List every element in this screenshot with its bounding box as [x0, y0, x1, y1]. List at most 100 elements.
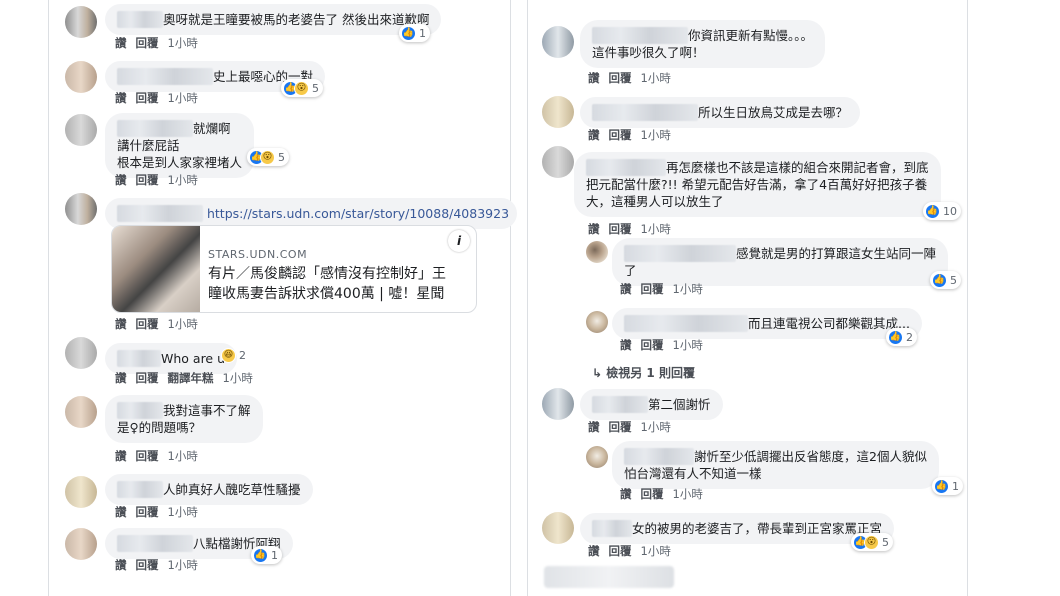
- reaction-badge[interactable]: 👍 5: [930, 271, 961, 289]
- reply-link[interactable]: 回覆: [136, 371, 159, 385]
- avatar[interactable]: [65, 114, 97, 146]
- timestamp[interactable]: 1小時: [168, 558, 198, 572]
- translate-link[interactable]: 翻譯年糕: [168, 371, 214, 385]
- timestamp[interactable]: 1小時: [168, 317, 198, 331]
- link-url[interactable]: https://stars.udn.com/star/story/10088/4…: [207, 206, 509, 221]
- comment-bubble: 謝忻至少低調擺出反省態度，這2個人貌似 怕台灣還有人不知道一樣: [612, 441, 939, 489]
- blurred-name[interactable]: [624, 245, 736, 262]
- reaction-badge[interactable]: 👍 😮 5: [281, 79, 323, 97]
- timestamp[interactable]: 1小時: [168, 449, 198, 463]
- like-link[interactable]: 讚: [588, 71, 600, 85]
- blurred-name[interactable]: [117, 481, 163, 498]
- reply-link[interactable]: 回覆: [641, 282, 664, 296]
- reaction-badge[interactable]: 😆 2: [219, 346, 250, 364]
- reaction-badge[interactable]: 👍 1: [932, 477, 963, 495]
- blurred-name[interactable]: [117, 11, 163, 28]
- timestamp[interactable]: 1小時: [641, 544, 671, 558]
- blurred-name[interactable]: [117, 120, 193, 137]
- avatar[interactable]: [65, 6, 97, 38]
- avatar[interactable]: [542, 388, 574, 420]
- blurred-name[interactable]: [624, 448, 694, 465]
- reply-link[interactable]: 回覆: [136, 449, 159, 463]
- avatar[interactable]: [542, 512, 574, 544]
- avatar[interactable]: [586, 446, 608, 468]
- reply-link[interactable]: 回覆: [609, 222, 632, 236]
- reply-link[interactable]: 回覆: [609, 544, 632, 558]
- reaction-badge[interactable]: 👍 1: [399, 24, 430, 42]
- reply-link[interactable]: 回覆: [609, 128, 632, 142]
- avatar[interactable]: [542, 26, 574, 58]
- timestamp[interactable]: 1小時: [641, 222, 671, 236]
- like-link[interactable]: 讚: [115, 173, 127, 187]
- like-link[interactable]: 讚: [588, 544, 600, 558]
- reaction-badge[interactable]: 👍 2: [886, 328, 917, 346]
- timestamp[interactable]: 1小時: [168, 36, 198, 50]
- comment-actions: 讚回覆 1小時: [620, 337, 712, 353]
- like-link[interactable]: 讚: [588, 128, 600, 142]
- reply-link[interactable]: 回覆: [641, 487, 664, 501]
- timestamp[interactable]: 1小時: [673, 338, 703, 352]
- like-link[interactable]: 讚: [115, 371, 127, 385]
- avatar[interactable]: [586, 311, 608, 333]
- timestamp[interactable]: 1小時: [223, 371, 253, 385]
- reaction-badge[interactable]: 👍 😮 5: [851, 533, 893, 551]
- avatar[interactable]: [65, 396, 97, 428]
- like-link[interactable]: 讚: [115, 317, 127, 331]
- avatar[interactable]: [586, 241, 608, 263]
- reply-link[interactable]: 回覆: [136, 558, 159, 572]
- timestamp[interactable]: 1小時: [168, 505, 198, 519]
- blurred-name[interactable]: [117, 535, 193, 552]
- blurred-name[interactable]: [592, 396, 648, 413]
- timestamp[interactable]: 1小時: [641, 128, 671, 142]
- reaction-badge[interactable]: 👍 1: [251, 546, 282, 564]
- reply-link[interactable]: 回覆: [136, 173, 159, 187]
- avatar[interactable]: [65, 61, 97, 93]
- blurred-name[interactable]: [624, 315, 748, 332]
- blurred-name[interactable]: [117, 205, 203, 222]
- avatar[interactable]: [65, 476, 97, 508]
- reaction-badge[interactable]: 👍 10: [923, 202, 961, 220]
- info-icon[interactable]: i: [448, 230, 470, 252]
- like-link[interactable]: 讚: [115, 558, 127, 572]
- like-link[interactable]: 讚: [620, 487, 632, 501]
- comment-actions: 讚回覆 1小時: [115, 448, 207, 464]
- blurred-name[interactable]: [117, 402, 163, 419]
- reply-link[interactable]: 回覆: [136, 91, 159, 105]
- blurred-name[interactable]: [592, 520, 632, 537]
- like-link[interactable]: 讚: [620, 282, 632, 296]
- reply-link[interactable]: 回覆: [136, 505, 159, 519]
- link-preview-card[interactable]: STARS.UDN.COM 有片／馬俊麟認「感情沒有控制好」王 瞳收馬妻告訴狀求…: [111, 225, 477, 313]
- blurred-name[interactable]: [117, 68, 213, 85]
- timestamp[interactable]: 1小時: [641, 71, 671, 85]
- like-link[interactable]: 讚: [620, 338, 632, 352]
- timestamp[interactable]: 1小時: [673, 487, 703, 501]
- like-link[interactable]: 讚: [115, 505, 127, 519]
- avatar[interactable]: [65, 528, 97, 560]
- like-link[interactable]: 讚: [115, 91, 127, 105]
- timestamp[interactable]: 1小時: [168, 91, 198, 105]
- reply-link[interactable]: 回覆: [609, 71, 632, 85]
- timestamp[interactable]: 1小時: [168, 173, 198, 187]
- avatar[interactable]: [65, 337, 97, 369]
- reaction-badge[interactable]: 👍 😮 5: [247, 148, 289, 166]
- avatar[interactable]: [542, 146, 574, 178]
- timestamp[interactable]: 1小時: [673, 282, 703, 296]
- like-link[interactable]: 讚: [588, 222, 600, 236]
- reply-link[interactable]: 回覆: [136, 317, 159, 331]
- reply-link[interactable]: 回覆: [136, 36, 159, 50]
- left-comment-panel: 奧呀就是王瞳要被馬的老婆告了 然後出來道歉啊 👍 1 讚回覆 1小時 史上最噁心的一…: [48, 0, 518, 596]
- reply-link[interactable]: 回覆: [641, 338, 664, 352]
- blurred-name[interactable]: [592, 27, 688, 44]
- avatar[interactable]: [65, 193, 97, 225]
- reply-link[interactable]: 回覆: [609, 420, 632, 434]
- avatar[interactable]: [542, 96, 574, 128]
- blurred-name[interactable]: [117, 350, 161, 367]
- timestamp[interactable]: 1小時: [641, 420, 671, 434]
- blurred-name[interactable]: [592, 104, 698, 121]
- like-link[interactable]: 讚: [115, 36, 127, 50]
- link-domain: STARS.UDN.COM: [208, 248, 308, 261]
- like-link[interactable]: 讚: [588, 420, 600, 434]
- like-link[interactable]: 讚: [115, 449, 127, 463]
- view-more-replies[interactable]: ↳ 檢視另 1 則回覆: [592, 364, 695, 381]
- blurred-name[interactable]: [586, 159, 666, 176]
